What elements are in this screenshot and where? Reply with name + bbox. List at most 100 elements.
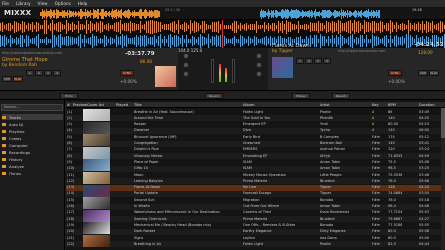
col-bpm[interactable]: BPM bbox=[388, 103, 396, 107]
menu-options[interactable]: Options bbox=[55, 0, 71, 7]
deck-right-hotcue-2[interactable]: 2 bbox=[305, 58, 313, 64]
col-played[interactable]: Played bbox=[116, 103, 128, 107]
table-row[interactable]: (9) Piece of Paper ISAM Amon Tobin F#m 75.5 05… bbox=[66, 159, 445, 165]
deck-left-overview[interactable] bbox=[40, 9, 160, 19]
cover-art-thumbnail bbox=[83, 109, 110, 121]
fx-phaser-button[interactable]: Phaser bbox=[292, 93, 310, 99]
right-volume-fader[interactable] bbox=[232, 59, 235, 83]
track-number: (21) bbox=[67, 235, 75, 240]
col-duration[interactable]: Duration bbox=[419, 103, 435, 107]
right-gain-knob[interactable] bbox=[256, 53, 262, 59]
left-volume-fader[interactable] bbox=[211, 59, 214, 83]
library-scrollbar[interactable] bbox=[441, 108, 445, 250]
table-row[interactable]: (20) Dark Rocket Earthy Elegance Dirty Eleg… bbox=[66, 228, 445, 235]
sidebar-item-tracks[interactable]: Tracks bbox=[2, 114, 63, 120]
deck-left-play-button[interactable]: PLAY bbox=[13, 76, 23, 82]
table-row[interactable]: (5) Binaural Ignorance (VIP) Early Bird B C… bbox=[66, 134, 445, 140]
right-eq-low-knob[interactable] bbox=[256, 71, 262, 77]
scrollbar-thumb[interactable] bbox=[441, 108, 445, 138]
table-row[interactable]: (17) Wakefulness and Effervescent In Our … bbox=[66, 210, 445, 216]
waveform-bar bbox=[384, 36, 385, 46]
table-row[interactable]: (13) Flares At Dawn No Line Tipper F#m 128 04:… bbox=[66, 184, 445, 191]
waveform-bar bbox=[368, 39, 369, 43]
table-row[interactable]: (11) Moon Mickey Mouse Operation Little Peo… bbox=[66, 172, 445, 178]
waveform-bar bbox=[118, 37, 119, 45]
deck-left-hotcue-2[interactable]: 2 bbox=[35, 70, 43, 76]
track-title: Leaving Babylon bbox=[134, 178, 163, 183]
fx-echo-button[interactable]: Echo bbox=[60, 93, 78, 99]
sidebar-item-computer[interactable]: Computer bbox=[2, 142, 28, 148]
waveform-bar bbox=[22, 21, 23, 33]
waveform-bar bbox=[334, 21, 335, 33]
waveform-bar bbox=[334, 37, 335, 45]
waveform-bar bbox=[246, 38, 247, 44]
table-row[interactable]: (14) Portal Update Forecast Escape Tipper F#… bbox=[66, 190, 445, 197]
menu-help[interactable]: Help bbox=[78, 0, 88, 7]
table-row[interactable]: (8) Visionary Nectar Emanating EP AtYyA F#m 7… bbox=[66, 153, 445, 160]
left-eq-high-knob[interactable] bbox=[183, 62, 189, 68]
deck-right-hotcue-1[interactable]: 1 bbox=[296, 58, 304, 64]
cover-art-thumbnail bbox=[83, 172, 110, 184]
table-row[interactable]: (7) Dolphin's Pipe EMBERS Avenue Patron F#m 1… bbox=[66, 147, 445, 153]
table-row[interactable]: (22) Breathing in Air Fallen Light Pixelin F… bbox=[66, 241, 445, 248]
waveform-bar bbox=[362, 35, 363, 47]
waveform-bar bbox=[320, 34, 321, 48]
table-row[interactable]: (4) Dreamer Dive Tycho A 140 06:00 bbox=[66, 127, 445, 134]
col-cover-art[interactable]: Cover Art bbox=[87, 103, 104, 107]
deck-left-sync-button[interactable]: SYNC bbox=[120, 70, 134, 76]
deck-right-sync-button[interactable]: SYNC bbox=[388, 70, 402, 76]
left-gain-knob[interactable] bbox=[183, 53, 189, 59]
sidebar-item-playlists[interactable]: Playlists bbox=[2, 128, 24, 134]
sidebar-item-crates[interactable]: Crates bbox=[2, 135, 21, 141]
col-artist[interactable]: Artist bbox=[320, 103, 330, 107]
sidebar-item-recordings[interactable]: Recordings bbox=[2, 149, 30, 155]
fx-reverb-right-button[interactable]: Reverb bbox=[332, 93, 350, 99]
library-search-input[interactable]: Search... bbox=[1, 104, 63, 111]
col-preview[interactable]: Preview bbox=[73, 103, 87, 107]
waveform-bar bbox=[422, 21, 423, 33]
fx-reverb-left-button[interactable]: Reverb bbox=[205, 93, 223, 99]
col-album[interactable]: Album bbox=[243, 103, 255, 107]
waveform-bar bbox=[76, 38, 77, 44]
table-row[interactable]: (10) Gifto 10 ISAM Amon Tobin F#m 98.5 03:25 bbox=[66, 165, 445, 172]
menu-file[interactable]: File bbox=[2, 0, 9, 7]
waveform-bar bbox=[42, 25, 43, 29]
track-album: No Line bbox=[243, 185, 257, 190]
menu-view[interactable]: View bbox=[38, 0, 48, 7]
col-title[interactable]: Title bbox=[134, 103, 142, 107]
table-row[interactable]: (1) Breathe in Air (feat. Soundmouse) Fall… bbox=[66, 109, 445, 115]
sidebar-item-itunes[interactable]: iTunes bbox=[2, 170, 21, 176]
track-title: Dark Rocket bbox=[134, 229, 156, 234]
deck-right-hotcue-4[interactable]: 4 bbox=[323, 58, 331, 64]
sidebar-item-auto-dj[interactable]: Auto DJ bbox=[2, 121, 23, 127]
table-row[interactable]: (6) Congregation Unearned Bertram Bali F#m 14… bbox=[66, 140, 445, 147]
sidebar-item-analyze[interactable]: Analyze bbox=[2, 163, 24, 169]
deck-left-hotcue-4[interactable]: 4 bbox=[53, 70, 61, 76]
col-key[interactable]: Key bbox=[372, 103, 379, 107]
left-eq-low-knob[interactable] bbox=[183, 71, 189, 77]
deck-right-overview[interactable] bbox=[260, 9, 380, 19]
col-number[interactable]: # bbox=[67, 103, 70, 107]
sidebar-item-history[interactable]: History bbox=[2, 156, 23, 162]
right-eq-high-knob[interactable] bbox=[256, 62, 262, 68]
deck-left-cue-button[interactable]: CUE bbox=[2, 76, 12, 82]
deck-right-cue-button[interactable]: CUE bbox=[418, 70, 428, 76]
deck-left-hotcue-1[interactable]: 1 bbox=[26, 70, 34, 76]
deck-left-hotcue-3[interactable]: 3 bbox=[44, 70, 52, 76]
table-row[interactable]: (18) Soaring Chemicals Prima Materia Bluete… bbox=[66, 216, 445, 223]
table-row[interactable]: (16) In Wraith Out From Out Where Amon Tobi… bbox=[66, 203, 445, 210]
table-row[interactable]: (19) Mechanical Me / Beachy Head (Bonobo … bbox=[66, 222, 445, 228]
table-row[interactable]: (21) Signs Leyline Aes Dana F#m 80.0 05:00 bbox=[66, 235, 445, 241]
table-row[interactable]: (3) Reaper Emergent EP Ynot A 80.00 04:10 bbox=[66, 122, 445, 128]
track-album: Emanating EP bbox=[243, 153, 268, 158]
table-row[interactable]: (12) Leaving Babylon Prima Materia Bluetech… bbox=[66, 178, 445, 185]
waveform-bar bbox=[380, 20, 381, 34]
waveform-bar bbox=[214, 36, 215, 46]
waveform-bar bbox=[122, 34, 123, 48]
table-row[interactable]: (15) Second Sun Migration Bonobo F#m 76.0 05:1… bbox=[66, 197, 445, 203]
deck-right-hotcue-3[interactable]: 3 bbox=[314, 58, 322, 64]
table-row[interactable]: (2) Around the Time The Gold In You Phentik… bbox=[66, 115, 445, 122]
menu-library[interactable]: Library bbox=[16, 0, 31, 7]
playhead-marker bbox=[222, 20, 223, 48]
deck-right-play-button[interactable]: PLAY bbox=[429, 70, 439, 76]
